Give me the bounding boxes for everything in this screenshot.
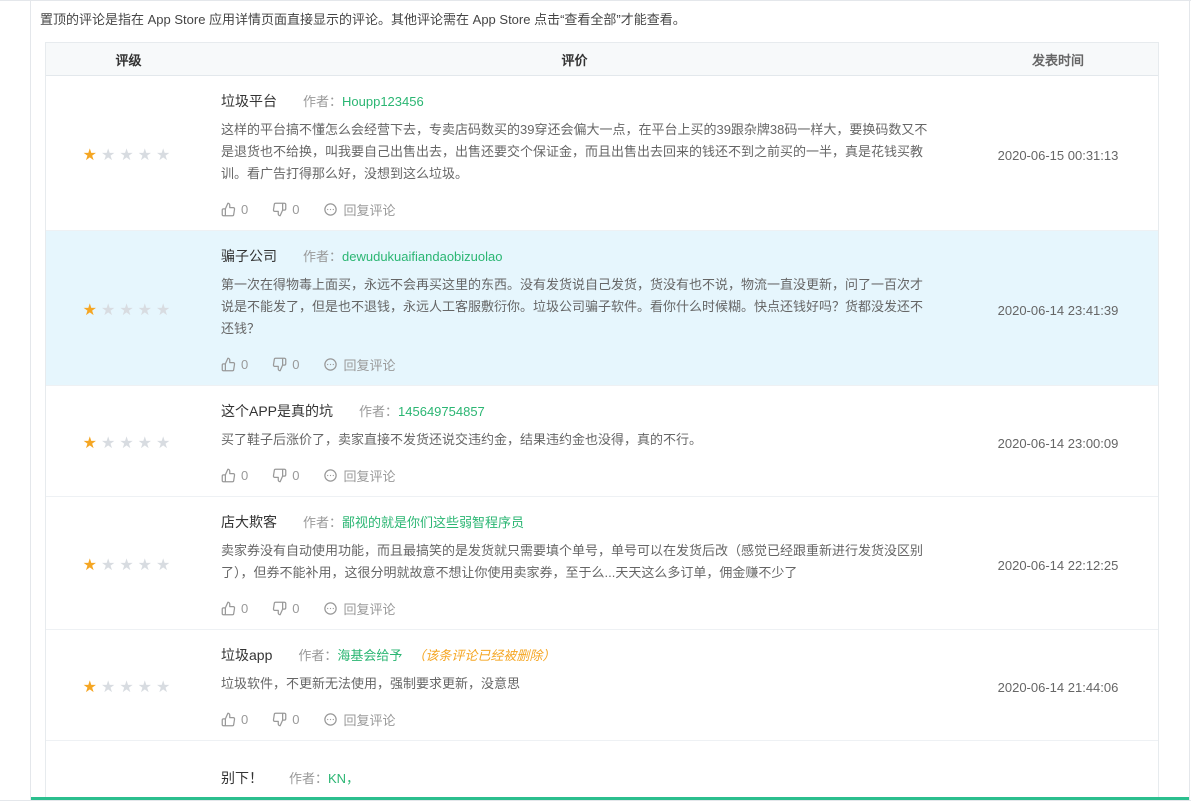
review-content: 买了鞋子后涨价了，卖家直接不发货还说交违约金，结果违约金也没得，真的不行。 — [221, 429, 928, 451]
review-title: 骗子公司 — [221, 246, 277, 266]
header-rating: 评级 — [46, 50, 211, 69]
reply-label: 回复评论 — [343, 710, 395, 729]
star-rating: ★★★★★ — [83, 302, 175, 319]
author-link[interactable]: 鄙视的就是你们这些弱智程序员 — [342, 512, 524, 531]
review-title: 别下！ — [221, 768, 263, 788]
like-count: 0 — [241, 601, 248, 616]
pinned-review-notice: 置顶的评论是指在 App Store 应用详情页面直接显示的评论。其他评论需在 … — [40, 11, 1163, 29]
like-count: 0 — [241, 468, 248, 483]
dislike-count: 0 — [292, 357, 299, 372]
like-button[interactable]: 0 — [221, 712, 248, 727]
review-time: 2020-06-14 22:12:25 — [958, 558, 1158, 573]
thumbs-down-icon — [272, 357, 287, 372]
author-link[interactable]: Houpp123456 — [342, 94, 424, 109]
review-title: 店大欺客 — [221, 512, 277, 532]
page-border-left — [30, 0, 31, 801]
thumbs-down-icon — [272, 712, 287, 727]
author-label: 作者： — [298, 645, 337, 664]
bottom-green-divider — [31, 797, 1189, 800]
thumbs-up-icon — [221, 202, 236, 217]
page-border-right — [1189, 0, 1190, 801]
author-label: 作者： — [303, 246, 342, 265]
comment-icon — [323, 202, 338, 217]
dislike-button[interactable]: 0 — [272, 202, 299, 217]
dislike-button[interactable]: 0 — [272, 601, 299, 616]
comment-icon — [323, 468, 338, 483]
like-count: 0 — [241, 357, 248, 372]
review-title: 垃圾平台 — [221, 91, 277, 111]
table-row: ★★★★★ 垃圾app 作者： 海基会给予 （该条评论已经被删除） 垃圾软件，不… — [46, 630, 1158, 741]
reply-button[interactable]: 回复评论 — [323, 200, 395, 219]
page-border-top — [0, 0, 1191, 1]
comment-icon — [323, 357, 338, 372]
header-review: 评价 — [211, 50, 958, 69]
reply-label: 回复评论 — [343, 466, 395, 485]
thumbs-up-icon — [221, 468, 236, 483]
table-row: ★★★★★ 这个APP是真的坑 作者： 145649754857 买了鞋子后涨价… — [46, 386, 1158, 497]
thumbs-up-icon — [221, 601, 236, 616]
dislike-button[interactable]: 0 — [272, 712, 299, 727]
reply-label: 回复评论 — [343, 355, 395, 374]
review-content: 第一次在得物毒上面买，永远不会再买这里的东西。没有发货说自己发货，货没有也不说，… — [221, 274, 928, 340]
thumbs-down-icon — [272, 202, 287, 217]
author-label: 作者： — [303, 91, 342, 110]
dislike-count: 0 — [292, 468, 299, 483]
author-link[interactable]: KN， — [328, 768, 359, 787]
reply-button[interactable]: 回复评论 — [323, 710, 395, 729]
thumbs-up-icon — [221, 357, 236, 372]
like-button[interactable]: 0 — [221, 357, 248, 372]
author-label: 作者： — [359, 401, 398, 420]
content-area: 置顶的评论是指在 App Store 应用详情页面直接显示的评论。其他评论需在 … — [31, 0, 1191, 801]
like-button[interactable]: 0 — [221, 601, 248, 616]
review-time: 2020-06-14 23:00:09 — [958, 436, 1158, 451]
review-page: 置顶的评论是指在 App Store 应用详情页面直接显示的评论。其他评论需在 … — [0, 0, 1191, 801]
review-content: 卖家券没有自动使用功能，而且最搞笑的是发货就只需要填个单号，单号可以在发货后改（… — [221, 540, 928, 584]
dislike-button[interactable]: 0 — [272, 357, 299, 372]
thumbs-up-icon — [221, 712, 236, 727]
thumbs-down-icon — [272, 601, 287, 616]
like-button[interactable]: 0 — [221, 468, 248, 483]
like-button[interactable]: 0 — [221, 202, 248, 217]
reply-label: 回复评论 — [343, 200, 395, 219]
reply-label: 回复评论 — [343, 599, 395, 618]
reply-button[interactable]: 回复评论 — [323, 599, 395, 618]
table-row: ★★★★★ 店大欺客 作者： 鄙视的就是你们这些弱智程序员 卖家券没有自动使用功… — [46, 497, 1158, 630]
reply-button[interactable]: 回复评论 — [323, 355, 395, 374]
review-table: 评级 评价 发表时间 ★★★★★ 垃圾平台 作者： Houpp123456 这样… — [45, 42, 1159, 801]
review-content: 垃圾软件，不更新无法使用，强制要求更新，没意思 — [221, 673, 928, 695]
author-link[interactable]: dewudukuaifiandaobizuolao — [342, 249, 502, 264]
table-row-pinned: ★★★★★ 骗子公司 作者： dewudukuaifiandaobizuolao… — [46, 231, 1158, 386]
author-label: 作者： — [289, 768, 328, 787]
review-time: 2020-06-15 00:31:13 — [958, 148, 1158, 163]
review-time: 2020-06-14 21:44:06 — [958, 680, 1158, 695]
dislike-count: 0 — [292, 712, 299, 727]
deleted-note: （该条评论已经被删除） — [412, 645, 555, 664]
like-count: 0 — [241, 712, 248, 727]
header-time: 发表时间 — [958, 50, 1158, 69]
star-rating: ★★★★★ — [83, 435, 175, 452]
like-count: 0 — [241, 202, 248, 217]
author-link[interactable]: 145649754857 — [398, 404, 485, 419]
dislike-count: 0 — [292, 601, 299, 616]
dislike-count: 0 — [292, 202, 299, 217]
table-row: 别下！ 作者： KN， — [46, 741, 1158, 801]
table-header: 评级 评价 发表时间 — [46, 43, 1158, 76]
review-title: 垃圾app — [221, 645, 272, 665]
star-rating: ★★★★★ — [83, 557, 175, 574]
thumbs-down-icon — [272, 468, 287, 483]
dislike-button[interactable]: 0 — [272, 468, 299, 483]
review-title: 这个APP是真的坑 — [221, 401, 333, 421]
reply-button[interactable]: 回复评论 — [323, 466, 395, 485]
review-content: 这样的平台搞不懂怎么会经营下去，专卖店码数买的39穿还会偏大一点，在平台上买的3… — [221, 119, 928, 185]
table-row: ★★★★★ 垃圾平台 作者： Houpp123456 这样的平台搞不懂怎么会经营… — [46, 76, 1158, 231]
comment-icon — [323, 712, 338, 727]
author-link[interactable]: 海基会给予 — [337, 645, 402, 664]
review-time: 2020-06-14 23:41:39 — [958, 303, 1158, 318]
star-rating: ★★★★★ — [83, 679, 175, 696]
comment-icon — [323, 601, 338, 616]
star-rating: ★★★★★ — [83, 147, 175, 164]
author-label: 作者： — [303, 512, 342, 531]
